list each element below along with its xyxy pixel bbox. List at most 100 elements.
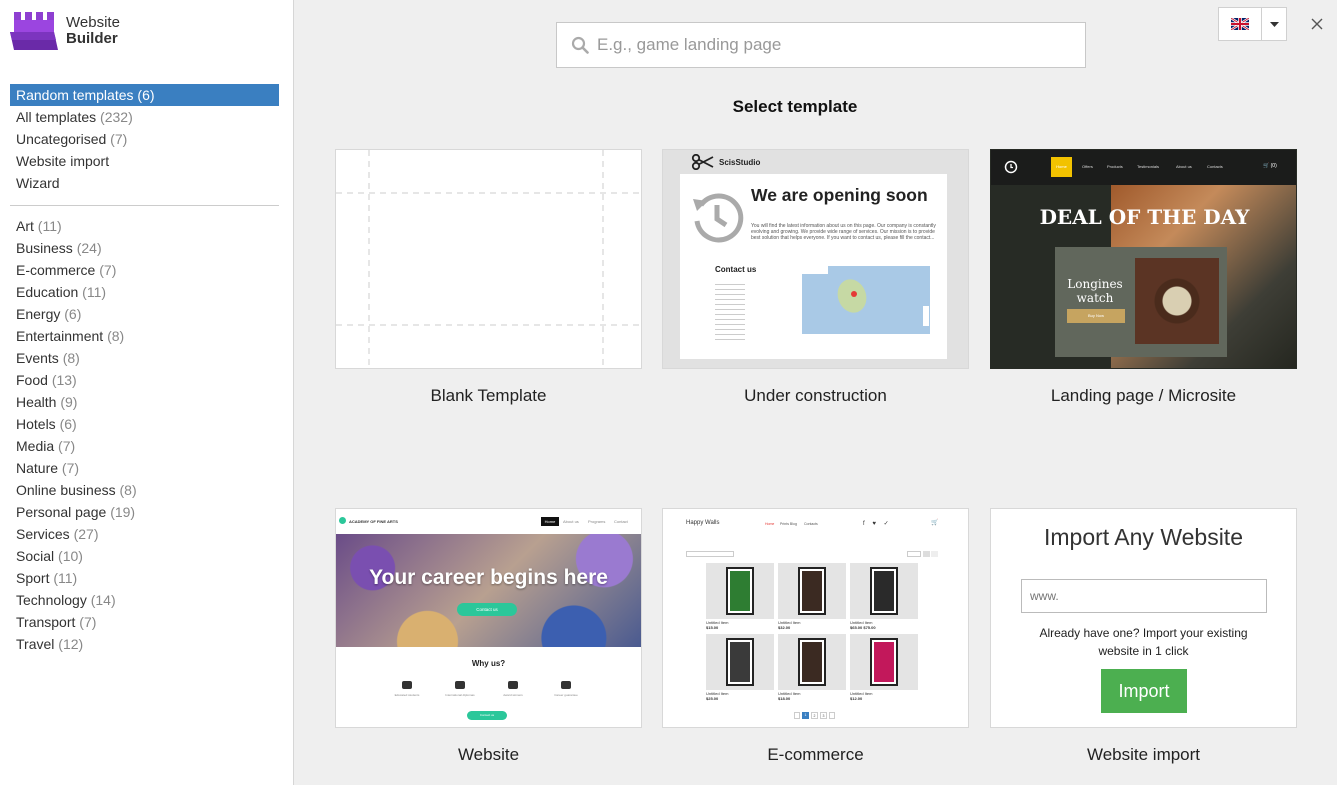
- nav-item-hotels[interactable]: Hotels (6): [10, 413, 279, 435]
- template-label-construction: Under construction: [744, 386, 887, 405]
- nav-item-online-business[interactable]: Online business (8): [10, 479, 279, 501]
- nav-item-website-import[interactable]: Website import: [10, 150, 279, 172]
- template-thumbnail-construction[interactable]: ScisStudio We are opening soon You will …: [662, 149, 969, 369]
- ecom-product-price: $18.00: [778, 696, 791, 701]
- construction-headline: We are opening soon: [751, 185, 928, 205]
- template-label-import: Website import: [1086, 745, 1201, 764]
- website-feature-icon-1: [402, 681, 412, 689]
- construction-contact: Contact us: [715, 265, 757, 274]
- nav-item-business[interactable]: Business (24): [10, 237, 279, 259]
- website-brand: ACADEMY OF FINE ARTS: [349, 519, 398, 524]
- nav-item-travel[interactable]: Travel (12): [10, 633, 279, 655]
- website-nav-item-contact: Contact: [614, 519, 628, 524]
- website-feature-1: Educated students: [394, 693, 420, 697]
- landing-clock-icon: [1004, 160, 1018, 174]
- website-cta-button: Contact us: [457, 603, 517, 616]
- nav-item-sport[interactable]: Sport (11): [10, 567, 279, 589]
- ecom-product-image: [706, 563, 774, 619]
- nav-item-events[interactable]: Events (8): [10, 347, 279, 369]
- website-nav-item-about: About us: [563, 519, 579, 524]
- nav-item-technology[interactable]: Technology (14): [10, 589, 279, 611]
- template-card-landing[interactable]: Home Offers Products Testimonials About …: [990, 149, 1297, 406]
- landing-product-name: Longines watch: [1067, 277, 1123, 305]
- landing-nav-item-contacts: Contacts: [1207, 164, 1223, 169]
- template-thumbnail-blank[interactable]: [335, 149, 642, 369]
- nav-item-all-templates[interactable]: All templates (232): [10, 106, 279, 128]
- brand-line-2: Builder: [66, 30, 118, 47]
- nav-item-services[interactable]: Services (27): [10, 523, 279, 545]
- nav-item-media[interactable]: Media (7): [10, 435, 279, 457]
- website-nav-item-home: Home: [544, 519, 556, 524]
- nav-item-social[interactable]: Social (10): [10, 545, 279, 567]
- nav-item-personal-page[interactable]: Personal page (19): [10, 501, 279, 523]
- search-box[interactable]: [556, 22, 1086, 68]
- landing-nav-item-products: Products: [1107, 164, 1123, 169]
- app-logo[interactable]: Website Builder: [10, 10, 120, 52]
- landing-nav-item-home: Home: [1056, 164, 1067, 169]
- template-thumbnail-import[interactable]: Import Any Website Already have one? Imp…: [990, 508, 1297, 728]
- template-thumbnail-ecommerce[interactable]: Happy Walls Home Prints Blog Contacts f …: [662, 508, 969, 728]
- landing-nav-item-testimonials: Testimonials: [1137, 164, 1160, 169]
- template-card-website[interactable]: ACADEMY OF FINE ARTS Home About us Progr…: [335, 508, 642, 765]
- import-url-input[interactable]: [1021, 579, 1267, 613]
- template-card-construction[interactable]: ScisStudio We are opening soon You will …: [662, 149, 969, 406]
- template-card-blank[interactable]: Blank Template: [335, 149, 642, 406]
- website-hero-text: Your career begins here: [369, 566, 608, 589]
- nav-item-nature[interactable]: Nature (7): [10, 457, 279, 479]
- uk-flag-icon: [1231, 18, 1249, 30]
- chevron-down-icon[interactable]: [1262, 8, 1286, 40]
- ecom-nav-item-home: Home: [765, 522, 775, 526]
- website-why-heading: Why us?: [471, 659, 506, 668]
- ecom-product-image: [778, 634, 846, 690]
- close-button[interactable]: [1307, 14, 1327, 34]
- construction-brand: ScisStudio: [719, 158, 761, 167]
- nav-item-food[interactable]: Food (13): [10, 369, 279, 391]
- nav-item-entertainment[interactable]: Entertainment (8): [10, 325, 279, 347]
- ecom-product-image: [850, 634, 918, 690]
- template-thumbnail-landing[interactable]: Home Offers Products Testimonials About …: [990, 149, 1297, 369]
- ecom-brand: Happy Walls: [686, 520, 720, 526]
- nav-item-energy[interactable]: Energy (6): [10, 303, 279, 325]
- template-label-ecommerce: E-commerce: [767, 745, 864, 764]
- template-label-blank: Blank Template: [430, 386, 547, 405]
- template-thumbnail-website[interactable]: ACADEMY OF FINE ARTS Home About us Progr…: [335, 508, 642, 728]
- nav-item-uncategorised[interactable]: Uncategorised (7): [10, 128, 279, 150]
- ecom-nav-item-blog: Prints Blog: [780, 522, 797, 526]
- search-icon: [571, 36, 589, 54]
- import-button[interactable]: Import: [1101, 669, 1187, 713]
- website-logo-icon: [339, 517, 346, 524]
- website-feature-icon-4: [561, 681, 571, 689]
- language-selector[interactable]: [1218, 7, 1287, 41]
- ecom-cart-icon: 🛒: [931, 520, 939, 526]
- nav-item-health[interactable]: Health (9): [10, 391, 279, 413]
- clock-history-icon: [693, 193, 744, 243]
- template-label-website: Website: [457, 745, 520, 764]
- search-input[interactable]: [597, 35, 1057, 55]
- website-feature-2: International diplomas: [445, 693, 475, 697]
- nav-item-wizard[interactable]: Wizard: [10, 172, 279, 194]
- landing-headline: DEAL OF THE DAY: [1039, 205, 1250, 229]
- brand-line-1: Website: [66, 14, 120, 31]
- nav-item-e-commerce[interactable]: E-commerce (7): [10, 259, 279, 281]
- ecom-grid-toggle: [923, 551, 930, 557]
- sidebar: Website Builder Random templates (6) All…: [0, 0, 294, 785]
- website-feature-icon-2: [455, 681, 465, 689]
- nav-item-transport[interactable]: Transport (7): [10, 611, 279, 633]
- nav-item-random-templates[interactable]: Random templates (6): [10, 84, 279, 106]
- close-icon: [1311, 18, 1323, 30]
- import-note: Already have one? Import your existing w…: [1039, 626, 1248, 658]
- ecom-sort-select: [907, 551, 921, 557]
- landing-nav-item-offers: Offers: [1082, 164, 1093, 169]
- construction-map: [802, 266, 930, 334]
- nav-item-education[interactable]: Education (11): [10, 281, 279, 303]
- construction-body: You will find the latest information abo…: [751, 223, 936, 241]
- ecom-product-image: [778, 563, 846, 619]
- nav-item-art[interactable]: Art (11): [10, 215, 279, 237]
- template-card-import[interactable]: Import Any Website Already have one? Imp…: [990, 508, 1297, 765]
- landing-buy-button: Buy Now: [1067, 309, 1125, 323]
- page-title: Select template: [732, 97, 858, 116]
- website-bottom-cta: Contact us: [467, 711, 507, 720]
- ecom-nav-item-contacts: Contacts: [804, 522, 818, 526]
- website-feature-3: Award winners: [503, 693, 523, 697]
- template-card-ecommerce[interactable]: Happy Walls Home Prints Blog Contacts f …: [662, 508, 969, 765]
